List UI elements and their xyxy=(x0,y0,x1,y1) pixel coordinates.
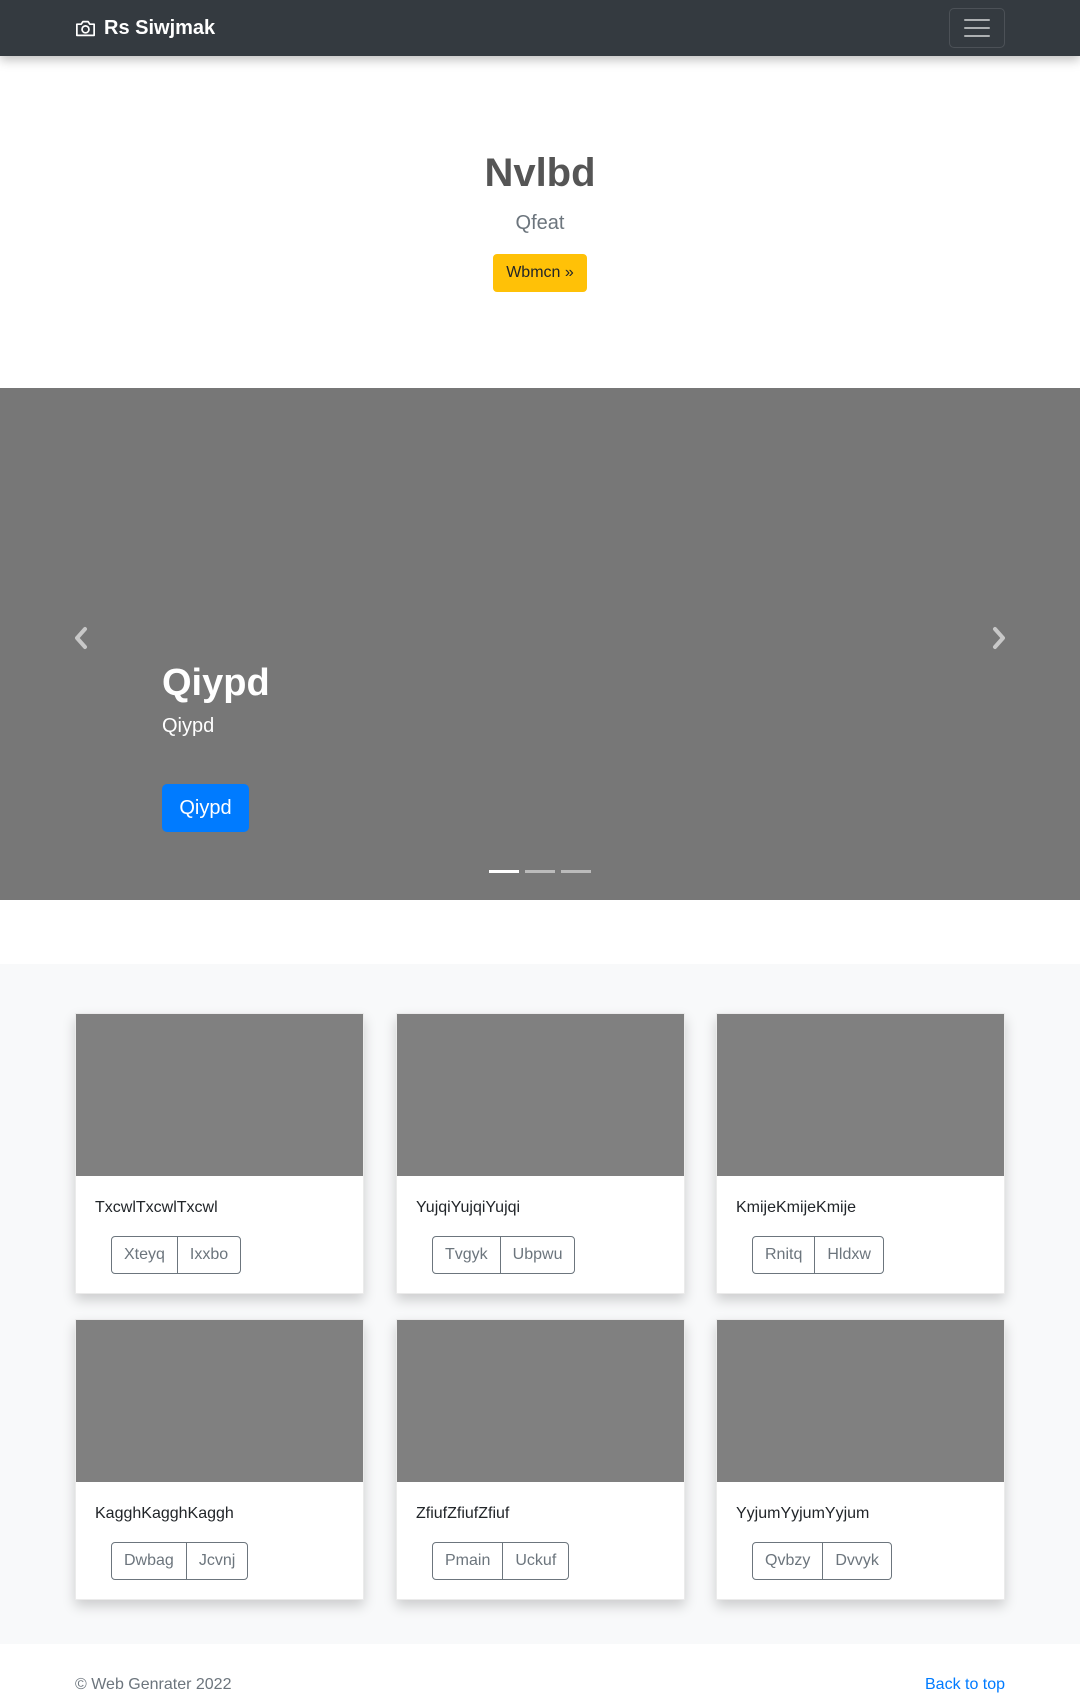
card-button[interactable]: Dvvyk xyxy=(822,1543,891,1579)
card-button-group: Tvgyk Ubpwu xyxy=(432,1236,576,1274)
carousel-caption: Qiypd Qiypd Qiypd xyxy=(162,662,270,832)
card-button-group: Qvbzy Dvvyk xyxy=(752,1542,892,1580)
card-thumbnail xyxy=(76,1014,363,1176)
card-button[interactable]: Hldxw xyxy=(814,1237,883,1273)
carousel-prev-button[interactable] xyxy=(71,625,91,651)
card-thumbnail xyxy=(397,1320,684,1482)
card-button[interactable]: Xteyq xyxy=(112,1237,177,1273)
chevron-right-icon xyxy=(993,627,1005,649)
navbar: Rs Siwjmak xyxy=(0,0,1080,56)
card-button[interactable]: Qvbzy xyxy=(753,1543,822,1579)
carousel: Qiypd Qiypd Qiypd xyxy=(0,388,1080,900)
hero-button[interactable]: Wbmcn » xyxy=(493,254,587,292)
carousel-caption-button[interactable]: Qiypd xyxy=(162,784,249,832)
card-button-group: Pmain Uckuf xyxy=(432,1542,570,1580)
hero-subtitle: Qfeat xyxy=(515,212,565,234)
card-button[interactable]: Dwbag xyxy=(112,1543,186,1579)
back-to-top-link[interactable]: Back to top xyxy=(925,1677,1005,1693)
carousel-indicator-3[interactable] xyxy=(561,870,591,873)
card-button-group: Xteyq Ixxbo xyxy=(111,1236,242,1274)
card-button[interactable]: Ubpwu xyxy=(499,1237,575,1273)
hero-section: Nvlbd Qfeat Wbmcn » xyxy=(0,56,1080,388)
carousel-indicator-1[interactable] xyxy=(489,870,519,873)
carousel-indicators xyxy=(489,870,591,873)
card-thumbnail xyxy=(717,1320,1004,1482)
card-button-group: Dwbag Jcvnj xyxy=(111,1542,249,1580)
card-button-group: Rnitq Hldxw xyxy=(752,1236,884,1274)
footer-copyright: © Web Genrater 2022 xyxy=(75,1676,232,1693)
album-card: ZfiufZfiufZfiuf Pmain Uckuf xyxy=(396,1319,685,1600)
album-card: YyjumYyjumYyjum Qvbzy Dvvyk xyxy=(716,1319,1005,1600)
card-text: ZfiufZfiufZfiuf xyxy=(416,1505,510,1522)
hamburger-menu-icon xyxy=(964,19,990,21)
card-button[interactable]: Jcvnj xyxy=(185,1543,247,1579)
album-card: YujqiYujqiYujqi Tvgyk Ubpwu xyxy=(396,1013,685,1294)
album-card: KagghKagghKaggh Dwbag Jcvnj xyxy=(75,1319,364,1600)
card-button[interactable]: Pmain xyxy=(433,1543,502,1579)
card-thumbnail xyxy=(397,1014,684,1176)
carousel-next-button[interactable] xyxy=(989,625,1009,651)
card-thumbnail xyxy=(76,1320,363,1482)
album-card: KmijeKmijeKmije Rnitq Hldxw xyxy=(716,1013,1005,1294)
chevron-left-icon xyxy=(75,627,87,649)
card-thumbnail xyxy=(717,1014,1004,1176)
album-section: TxcwlTxcwlTxcwl Xteyq Ixxbo YujqiYujqiYu… xyxy=(0,964,1080,1644)
navbar-toggler-button[interactable] xyxy=(949,8,1005,48)
card-button[interactable]: Rnitq xyxy=(753,1237,814,1273)
card-button[interactable]: Tvgyk xyxy=(433,1237,500,1273)
card-text: KagghKagghKaggh xyxy=(95,1505,234,1522)
card-text: TxcwlTxcwlTxcwl xyxy=(95,1199,218,1216)
hero-title: Nvlbd xyxy=(484,151,596,195)
camera-icon xyxy=(76,20,95,36)
carousel-caption-text: Qiypd xyxy=(162,715,215,737)
card-text: YujqiYujqiYujqi xyxy=(416,1199,521,1216)
brand[interactable]: Rs Siwjmak xyxy=(75,0,215,56)
carousel-indicator-2[interactable] xyxy=(525,870,555,873)
card-text: KmijeKmijeKmije xyxy=(736,1199,857,1216)
carousel-caption-title: Qiypd xyxy=(162,662,270,704)
card-button[interactable]: Ixxbo xyxy=(176,1237,240,1273)
brand-label: Rs Siwjmak xyxy=(104,16,216,39)
album-card: TxcwlTxcwlTxcwl Xteyq Ixxbo xyxy=(75,1013,364,1294)
card-text: YyjumYyjumYyjum xyxy=(736,1505,870,1522)
card-button[interactable]: Uckuf xyxy=(502,1543,568,1579)
